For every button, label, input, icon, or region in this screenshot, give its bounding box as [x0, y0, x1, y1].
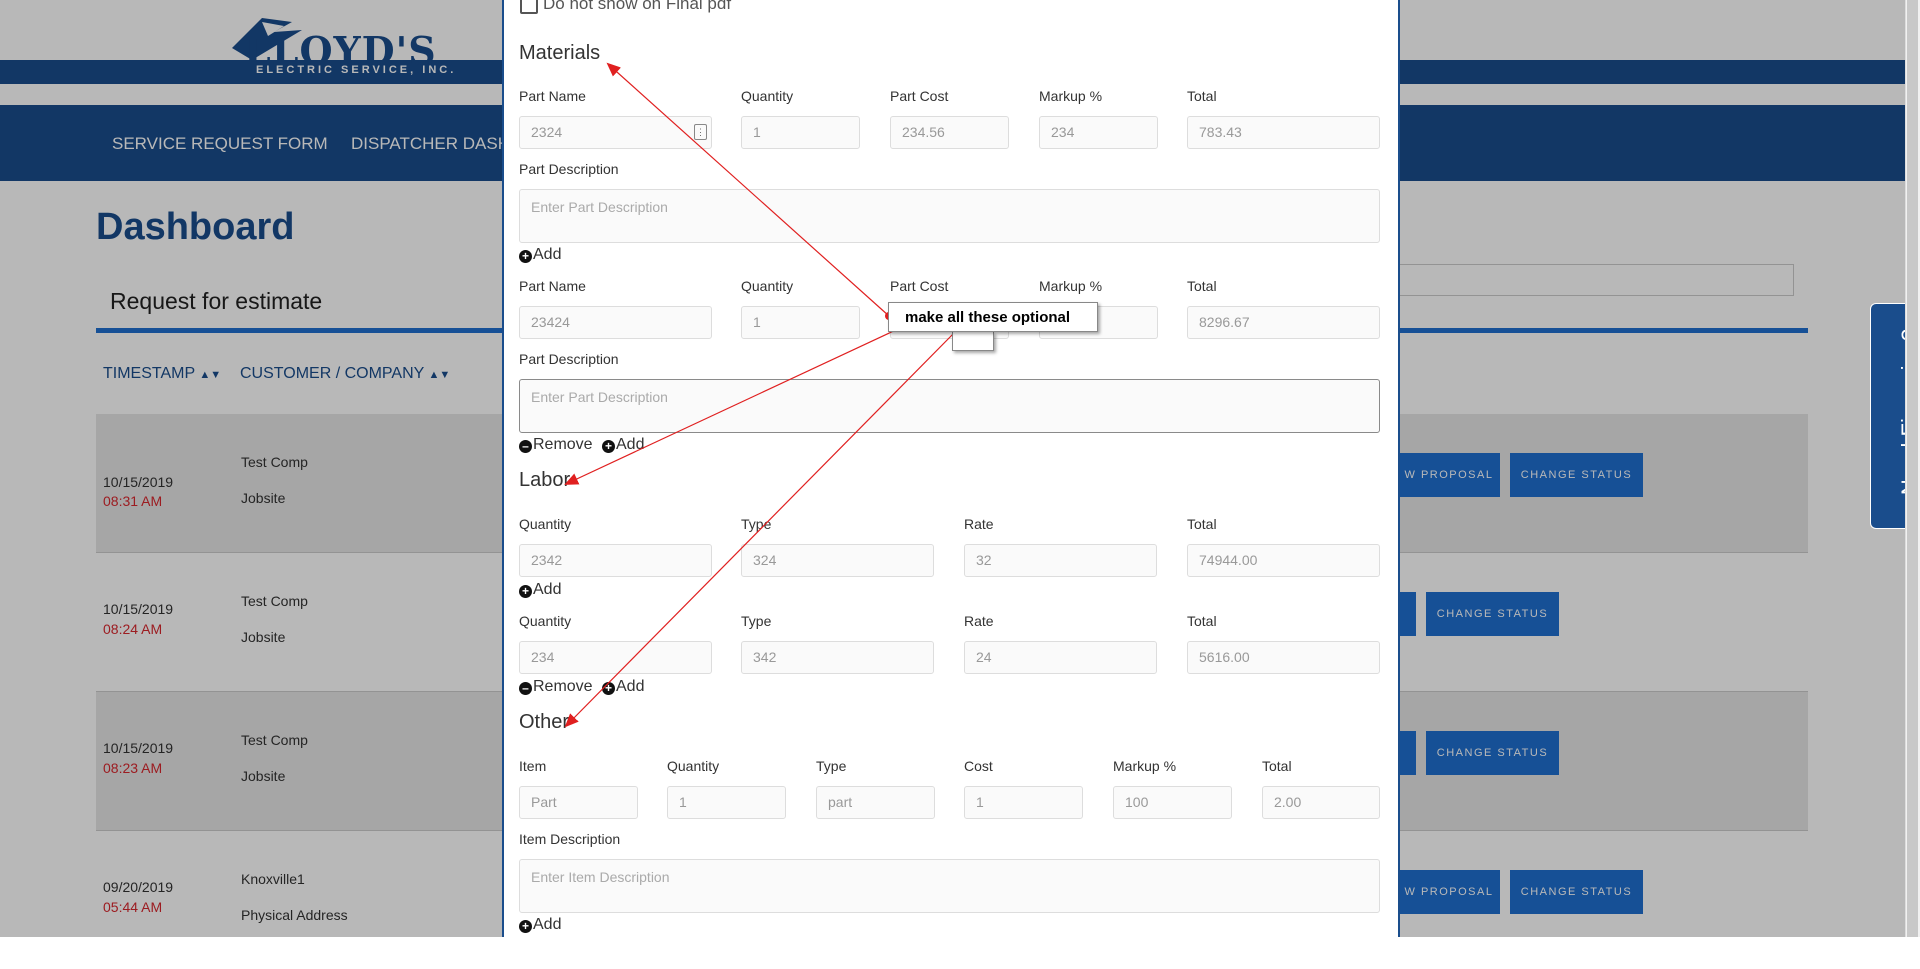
- annotation-note[interactable]: make all these optional: [888, 302, 1098, 332]
- scrollbar-thumb[interactable]: [1907, 0, 1918, 937]
- arrow-to-materials: [606, 62, 890, 317]
- arrow-to-other: [564, 330, 957, 728]
- annotation-note-tab: [952, 332, 994, 351]
- arrow-to-labor: [564, 327, 901, 485]
- annotation-arrows: [564, 62, 960, 728]
